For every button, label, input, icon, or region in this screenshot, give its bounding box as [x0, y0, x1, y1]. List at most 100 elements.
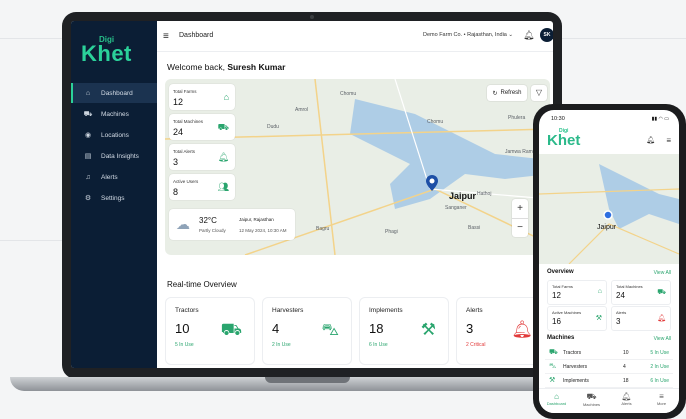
stat-value: 12	[173, 97, 184, 107]
location-pin-icon: ◉	[84, 132, 92, 139]
tab-dashboard[interactable]: ⌂ Dashboard	[539, 389, 574, 413]
machine-row[interactable]: ⛟ Tractors 10 5 In Use	[545, 346, 673, 360]
refresh-button[interactable]: ↻ Refresh	[487, 85, 527, 101]
tractor-icon: ⛟	[220, 320, 242, 339]
machine-row[interactable]: ⚒ Implements 18 6 In Use	[545, 374, 673, 388]
sidebar-item-settings[interactable]: ⚙ Settings	[71, 188, 157, 208]
stat-label: Total Machines	[173, 119, 204, 124]
map-label: Amrol	[295, 107, 309, 113]
phone-map-pin-label: Jaipur	[597, 224, 617, 231]
refresh-label: Refresh	[500, 90, 522, 96]
page-title: Dashboard	[179, 32, 214, 39]
stat-label: Total Alerts	[173, 149, 196, 154]
tab-machines[interactable]: ⛟ Machines	[574, 389, 609, 413]
card-label: Alerts	[466, 307, 483, 314]
stat-label: Total Machines	[616, 284, 643, 289]
overview-card-harvesters[interactable]: Harvesters 4 2 In Use ⛍	[262, 297, 352, 365]
status-icons: ▮▮ ◠ ▭	[651, 116, 669, 122]
phone-stat-total-farms[interactable]: Total Farms 12 ⌂	[547, 280, 607, 305]
map-pin-label: Jaipur	[449, 191, 477, 201]
view-all-link[interactable]: View All	[654, 336, 671, 342]
farm-map[interactable]: Chomu Amrol Dudu Chomu Jamwa Ramgarh Phu…	[165, 79, 550, 255]
notification-bell-icon[interactable]: 🔔︎	[646, 136, 655, 144]
tractor-icon: ⛟	[217, 122, 229, 132]
alert-bell-icon: 🔔︎	[657, 315, 666, 322]
overview-card-implements[interactable]: Implements 18 6 In Use ⚒	[359, 297, 449, 365]
avatar[interactable]: SK	[540, 28, 553, 42]
users-icon: 👥︎	[217, 182, 229, 192]
stat-value: 8	[173, 187, 179, 197]
stat-label: Alerts	[616, 310, 627, 315]
harvester-icon: ⛍	[321, 320, 339, 339]
farm-selector[interactable]: Demo Farm Co. • Rajasthan, India ⌄	[423, 32, 513, 38]
weather-location: Jaipur, Rajasthan	[239, 217, 274, 222]
filter-icon[interactable]: ▽	[531, 85, 547, 101]
map-label: Chomu	[427, 119, 444, 125]
sidebar: Digi Khet ⌂ Dashboard ⛟ Machines ◉ Location…	[71, 21, 157, 368]
card-value: 3	[466, 321, 474, 336]
sidebar-item-label: Locations	[101, 131, 129, 139]
stat-value: 3	[616, 317, 621, 326]
sidebar-item-alerts[interactable]: ♫ Alerts	[71, 167, 157, 187]
sidebar-item-label: Settings	[101, 194, 125, 202]
sidebar-item-locations[interactable]: ◉ Locations	[71, 125, 157, 145]
stat-card-total-alerts[interactable]: Total Alerts 3 🔔︎	[169, 144, 235, 170]
machine-in-use: 5 In Use	[650, 350, 669, 356]
stat-card-total-farms[interactable]: Total Farms 12 ⌂	[169, 84, 235, 110]
stat-card-active-users[interactable]: Active Users 8 👥︎	[169, 174, 235, 200]
notification-bell-icon[interactable]: 🔔︎	[523, 30, 534, 41]
location-dot-icon	[603, 210, 613, 220]
hamburger-menu-icon[interactable]: ≡	[666, 136, 671, 145]
map-label: Dudu	[267, 124, 279, 130]
sidebar-item-machines[interactable]: ⛟ Machines	[71, 104, 157, 124]
overview-card-tractors[interactable]: Tractors 10 5 In Use ⛟	[165, 297, 255, 365]
zoom-in-button[interactable]: +	[512, 199, 528, 219]
implement-icon: ⚒	[420, 320, 436, 339]
card-sub: 2 In Use	[272, 342, 291, 348]
stat-card-total-machines[interactable]: Total Machines 24 ⛟	[169, 114, 235, 140]
machine-row[interactable]: ⛍ Harvesters 4 2 In Use	[545, 360, 673, 374]
sidebar-nav: ⌂ Dashboard ⛟ Machines ◉ Locations ▤ Data In…	[71, 83, 157, 209]
stat-label: Total Farms	[552, 284, 573, 289]
hamburger-menu-icon[interactable]: ≡	[163, 31, 169, 42]
phone-stat-alerts[interactable]: Alerts 3 🔔︎	[611, 306, 671, 331]
tab-more[interactable]: ≡ More	[644, 389, 679, 413]
sidebar-item-dashboard[interactable]: ⌂ Dashboard	[71, 83, 157, 103]
tab-label: Dashboard	[546, 401, 567, 406]
webcam	[310, 15, 314, 19]
tractor-icon: ⛟	[83, 110, 93, 118]
phone-stat-active-machines[interactable]: Active Machines 16 ⚒	[547, 306, 607, 331]
tab-alerts[interactable]: 🔔︎ Alerts	[609, 389, 644, 413]
phone-stat-total-machines[interactable]: Total Machines 24 ⛟	[611, 280, 671, 305]
tractor-icon: ⛟	[549, 349, 558, 356]
sidebar-item-label: Machines	[101, 110, 129, 118]
map-label: Chomu	[340, 91, 357, 97]
map-stat-column: Total Farms 12 ⌂ Total Machines 24 ⛟ Total A…	[169, 84, 235, 204]
stat-label: Active Machines	[552, 310, 582, 315]
card-value: 18	[369, 321, 384, 336]
view-all-link[interactable]: View All	[654, 270, 671, 276]
weather-time: 12 May 2024, 10:30 AM	[239, 228, 287, 233]
alert-bell-icon: 🔔︎	[511, 320, 533, 339]
machine-name: Implements	[563, 378, 589, 384]
tab-label: More	[656, 401, 667, 406]
phone-machines-title: Machines	[547, 335, 575, 341]
chart-icon: ▤	[84, 153, 92, 160]
harvester-icon: ⛍	[549, 363, 557, 370]
machine-count: 4	[623, 364, 626, 370]
location-pin-icon[interactable]	[426, 175, 438, 191]
map-label: Bassi	[468, 225, 481, 231]
welcome-prefix: Welcome back,	[167, 62, 228, 72]
zoom-out-button[interactable]: −	[512, 219, 528, 237]
tab-label: Machines	[582, 402, 601, 407]
card-sub: 2 Critical	[466, 342, 486, 348]
stat-value: 16	[552, 317, 561, 326]
stat-value: 12	[552, 291, 561, 300]
phone-map[interactable]: Jaipur	[539, 154, 679, 264]
weather-temp: 32°C	[199, 216, 217, 225]
bell-icon: 🔔︎	[621, 392, 632, 401]
laptop-screen: Digi Khet ⌂ Dashboard ⛟ Machines ◉ Location…	[71, 21, 553, 368]
phone-frame: 10:30 ▮▮ ◠ ▭ Digi Khet 🔔︎ ≡ Jaipur Overv…	[533, 104, 686, 419]
sidebar-item-data-insights[interactable]: ▤ Data Insights	[71, 146, 157, 166]
card-label: Tractors	[175, 307, 199, 314]
